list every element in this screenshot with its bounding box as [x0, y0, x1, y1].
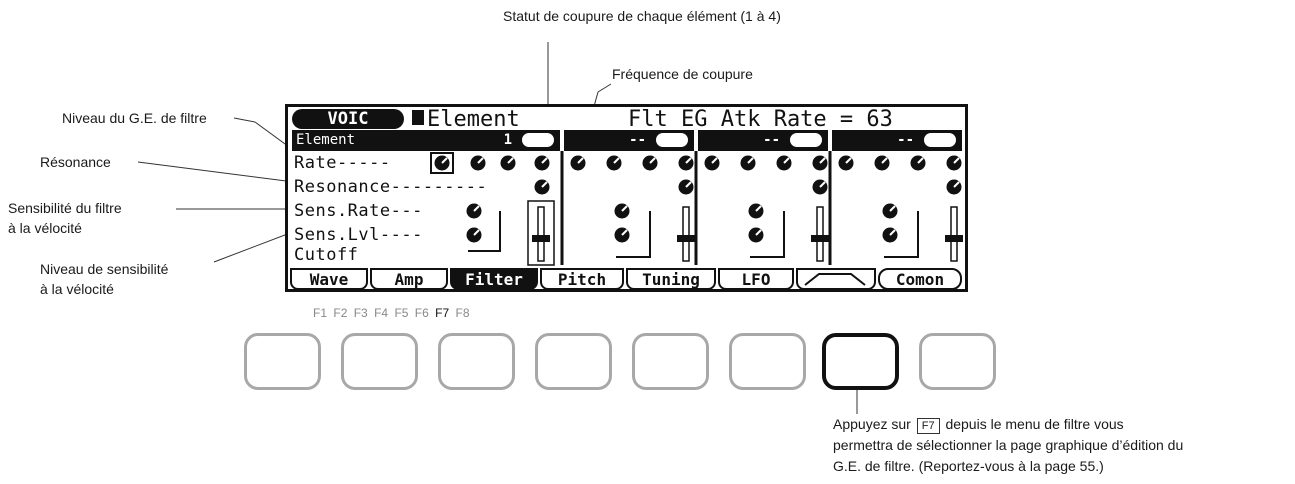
f8-button[interactable]	[919, 333, 996, 390]
tab-filter[interactable]: Filter	[450, 268, 538, 290]
annotation-cutoff-frequency: Fréquence de coupure	[612, 66, 753, 82]
e4-cutoff-slider-thumb	[945, 235, 963, 242]
f7-button[interactable]	[822, 333, 899, 390]
fkey-label-f2: F2	[333, 306, 348, 320]
fkey-label-f8: F8	[455, 306, 470, 320]
f6-button[interactable]	[729, 333, 806, 390]
tab-common[interactable]: Comon	[878, 268, 962, 290]
e4-cutoff-slider-track	[950, 206, 958, 262]
annotation-velocity-level-line2: à la vélocité	[40, 281, 114, 297]
e3-cutoff-slider-thumb	[811, 235, 829, 242]
eg-envelope-icon	[804, 273, 866, 286]
tab-pitch[interactable]: Pitch	[540, 268, 624, 290]
annotation-resonance: Résonance	[40, 154, 111, 170]
function-key-labels: F1 F2 F3 F4 F5 F6 F7 F8	[313, 306, 473, 320]
f3-button[interactable]	[438, 333, 515, 390]
note-line-2: permettra de sélectionner la page graphi…	[833, 437, 1184, 453]
tab-tuning[interactable]: Tuning	[626, 268, 716, 290]
f7-instruction-note: Appuyez sur F7 depuis le menu de filtre …	[833, 414, 1183, 477]
annotation-velocity-sensitivity-line2: à la vélocité	[8, 220, 82, 236]
fkey-label-f1: F1	[313, 306, 328, 320]
f4-button[interactable]	[535, 333, 612, 390]
tab-lfo[interactable]: LFO	[718, 268, 794, 290]
lcd-screen: VOIC Element Flt EG Atk Rate = 63 Elemen…	[285, 104, 968, 292]
fkey-label-f3: F3	[353, 306, 368, 320]
fkey-label-f5: F5	[394, 306, 409, 320]
f1-button[interactable]	[244, 333, 321, 390]
lcd-controls-graphic	[430, 151, 963, 266]
tab-amp[interactable]: Amp	[370, 268, 448, 290]
e3-cutoff-slider-track	[816, 206, 824, 262]
tab-eg-graphic[interactable]	[796, 268, 876, 290]
e1-cutoff-box	[527, 200, 555, 266]
fkey-label-f7: F7	[435, 306, 450, 320]
e2-cutoff-slider-thumb	[677, 235, 695, 242]
fkey-label-f6: F6	[414, 306, 429, 320]
f7-key-glyph: F7	[916, 418, 940, 434]
note-line-1-start: Appuyez sur	[833, 416, 911, 432]
note-line-1-end: depuis le menu de filtre vous	[945, 416, 1124, 432]
e1-cutoff-slider-thumb	[532, 235, 550, 242]
annotation-filter-eg-level: Niveau du G.E. de filtre	[62, 110, 207, 126]
annotation-cutoff-status: Statut de coupure de chaque élément (1 à…	[503, 8, 781, 24]
annotation-velocity-level: Niveau de sensibilité à la vélocité	[40, 259, 168, 299]
fkey-label-f4: F4	[374, 306, 389, 320]
f2-button[interactable]	[341, 333, 418, 390]
annotation-velocity-level-line1: Niveau de sensibilité	[40, 261, 169, 277]
note-line-3: G.E. de filtre. (Reportez-vous à la page…	[833, 458, 1104, 474]
note-line-1: Appuyez sur F7 depuis le menu de filtre …	[833, 414, 1183, 435]
annotation-velocity-sensitivity: Sensibilité du filtre à la vélocité	[8, 198, 122, 238]
e1-cutoff-slider-track	[537, 206, 545, 262]
tab-wave[interactable]: Wave	[290, 268, 368, 290]
annotation-velocity-sensitivity-line1: Sensibilité du filtre	[8, 200, 122, 216]
f5-button[interactable]	[632, 333, 709, 390]
e2-cutoff-slider-track	[682, 206, 690, 262]
